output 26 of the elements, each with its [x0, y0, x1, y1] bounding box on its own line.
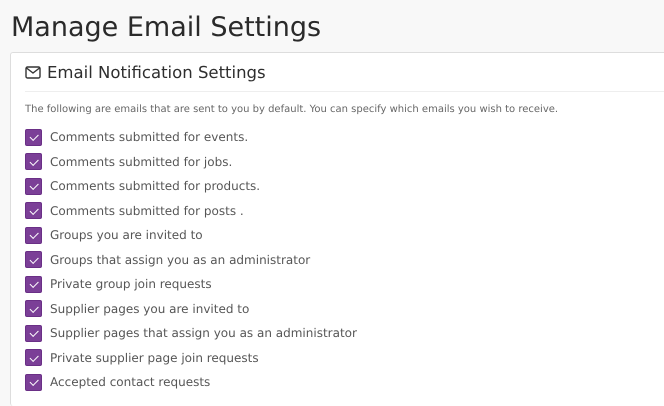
option-label: Accepted contact requests — [50, 375, 210, 390]
option-label: Comments submitted for events. — [50, 130, 248, 144]
option-label: Private supplier page join requests — [50, 350, 259, 365]
option-label: Comments submitted for posts . — [50, 204, 244, 218]
option-label: Private group join requests — [50, 277, 212, 292]
checkbox[interactable] — [25, 202, 42, 220]
option-label: Supplier pages you are invited to — [50, 302, 250, 316]
checkbox[interactable] — [25, 226, 42, 244]
description: The following are emails that are sent to you by default. You can specify which emails you wish to receive. — [25, 104, 560, 115]
envelope-icon — [25, 66, 41, 78]
checkbox[interactable] — [25, 349, 42, 366]
option-label: Comments submitted for jobs. — [50, 154, 232, 169]
checkbox[interactable] — [25, 300, 42, 318]
checkbox[interactable] — [25, 251, 42, 268]
checkbox[interactable] — [25, 153, 42, 170]
checkbox[interactable] — [25, 324, 42, 342]
card-title: Email Notification Settings — [47, 62, 266, 82]
checkbox[interactable] — [25, 178, 42, 195]
option-label: Comments submitted for products. — [50, 179, 260, 194]
option-label: Supplier pages that assign you as an administrator — [50, 326, 357, 340]
checkbox[interactable] — [25, 374, 42, 391]
checkbox[interactable] — [25, 276, 42, 293]
option-label: Groups that assign you as an administrator — [50, 252, 310, 267]
page-title: Manage Email Settings — [11, 12, 322, 43]
checkbox[interactable] — [25, 128, 42, 146]
option-label: Groups you are invited to — [50, 228, 203, 242]
